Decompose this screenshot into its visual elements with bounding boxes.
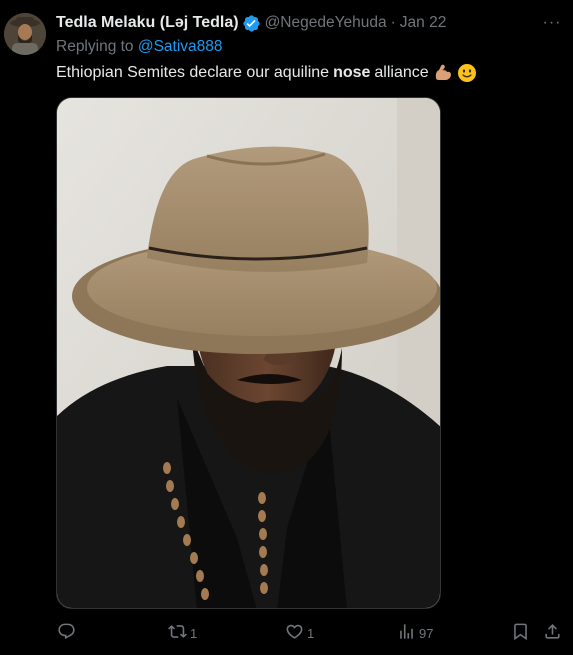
avatar[interactable] [4,13,46,55]
bookmark-icon [511,622,530,644]
share-button[interactable] [543,621,562,645]
views-count: 97 [419,625,434,641]
reply-mention-link[interactable]: @Sativa888 [138,38,223,55]
reply-button[interactable] [57,621,79,645]
retweet-count: 1 [190,625,198,641]
share-icon [543,622,562,644]
views-button[interactable]: 97 [397,621,433,645]
tweet-text-before: Ethiopian Semites declare our aquiline [56,64,330,81]
author-handle[interactable]: @NegedeYehuda [265,12,387,34]
bookmark-button[interactable] [511,621,530,645]
tweet-photo[interactable] [56,97,441,609]
tweet-date[interactable]: Jan 22 [400,12,447,34]
flexed-biceps-icon [433,63,453,83]
smiling-face-icon [457,63,477,83]
tweet-text-after: alliance [374,64,429,81]
tweet-header: Tedla Melaku (Ləj Tedla) @NegedeYehuda ·… [56,12,446,34]
verified-badge-icon[interactable] [242,14,261,33]
separator-dot: · [390,14,396,31]
views-chart-icon [397,622,416,644]
more-options-icon[interactable]: ··· [541,14,563,32]
replying-to: Replying to @Sativa888 [56,37,223,57]
heart-icon [285,622,304,644]
replying-to-label: Replying to [56,38,134,55]
reply-icon [57,622,76,644]
like-button[interactable]: 1 [285,621,314,645]
tweet-text: Ethiopian Semites declare our aquiline n… [56,62,477,84]
retweet-icon [168,622,187,644]
tweet-actions: 1 1 97 [0,621,573,645]
tweet: Tedla Melaku (Ləj Tedla) @NegedeYehuda ·… [0,0,573,655]
like-count: 1 [307,625,315,641]
retweet-button[interactable]: 1 [168,621,197,645]
tweet-text-bold: nose [333,64,371,81]
display-name[interactable]: Tedla Melaku (Ləj Tedla) [56,12,239,34]
